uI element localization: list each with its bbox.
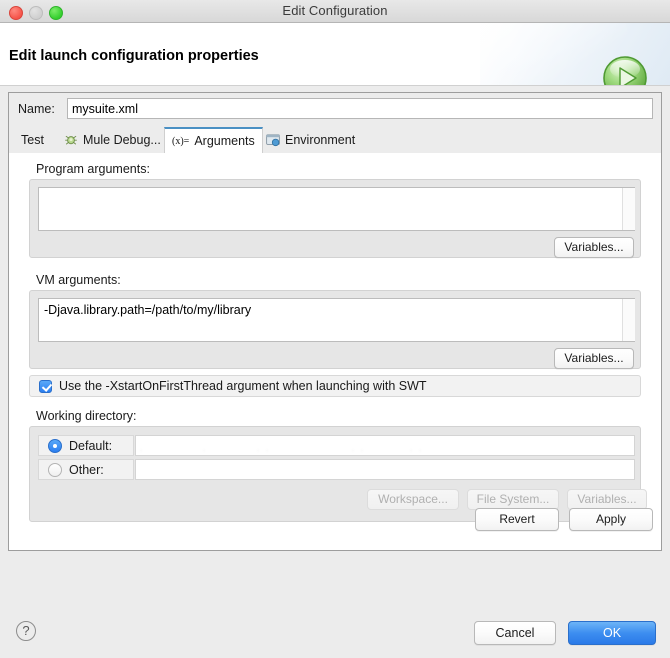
window-title: Edit Configuration [282,3,388,18]
tab-test[interactable]: Test [14,127,51,153]
help-button[interactable]: ? [16,621,36,641]
ok-button[interactable]: OK [568,621,656,645]
swt-checkbox[interactable] [39,379,52,393]
swt-checkbox-row[interactable]: Use the -XstartOnFirstThread argument wh… [29,375,641,397]
program-arguments-label: Program arguments: [36,162,150,176]
tab-arguments-label: Arguments [194,134,255,148]
working-directory-variables-button[interactable]: Variables... [567,489,647,510]
working-directory-label: Working directory: [36,409,137,423]
window-icon [266,133,280,147]
working-directory-other-input[interactable] [135,459,635,480]
dialog-header: Edit launch configuration properties [0,23,670,86]
vm-arguments-group: Variables... [29,290,641,369]
program-arguments-scrollbar[interactable] [622,188,635,230]
vm-arguments-input[interactable] [38,298,635,342]
name-row: Name: [9,93,661,127]
swt-checkbox-label: Use the -XstartOnFirstThread argument wh… [59,379,427,393]
working-directory-default-radio-row[interactable]: Default: [38,435,134,456]
working-directory-other-radio[interactable] [48,462,62,477]
working-directory-other-radio-row[interactable]: Other: [38,459,134,480]
tab-environment[interactable]: Environment [259,127,362,153]
arguments-tab-panel: Program arguments: Variables... VM argum… [9,153,661,550]
working-directory-default-value: . . . . . . . . [140,443,424,453]
tab-strip: Test Mule Debug... (x)= Arguments Enviro… [9,127,661,153]
vm-arguments-scrollbar[interactable] [622,299,635,341]
tab-mule-debug-label: Mule Debug... [83,133,161,147]
working-directory-default-label: Default: [69,438,113,453]
working-directory-default-field: . . . . . . . . [135,435,635,456]
tab-test-label: Test [21,133,44,147]
tab-arguments[interactable]: (x)= Arguments [164,127,263,153]
name-label: Name: [18,102,55,116]
header-title: Edit launch configuration properties [9,48,259,64]
cancel-button[interactable]: Cancel [474,621,556,645]
bug-icon [64,133,78,147]
workspace-button[interactable]: Workspace... [367,489,459,510]
working-directory-default-radio[interactable] [48,438,62,453]
program-arguments-input[interactable] [38,187,635,231]
program-arguments-variables-button[interactable]: Variables... [554,237,634,258]
program-arguments-group: Variables... [29,179,641,258]
name-input[interactable] [67,98,653,119]
tab-mule-debug[interactable]: Mule Debug... [57,127,168,153]
file-system-button[interactable]: File System... [467,489,559,510]
tab-environment-label: Environment [285,133,356,147]
vm-arguments-label: VM arguments: [36,273,121,287]
run-play-icon [603,56,647,85]
edit-configuration-dialog: Edit Configuration Edit launch configura… [0,0,670,658]
apply-button[interactable]: Apply [569,508,653,531]
arguments-variable-icon: (x)= [172,135,190,147]
vm-arguments-variables-button[interactable]: Variables... [554,348,634,369]
configuration-panel: Name: Test [8,92,662,551]
revert-button[interactable]: Revert [475,508,559,531]
working-directory-other-label: Other: [69,462,104,477]
title-bar: Edit Configuration [0,0,670,23]
